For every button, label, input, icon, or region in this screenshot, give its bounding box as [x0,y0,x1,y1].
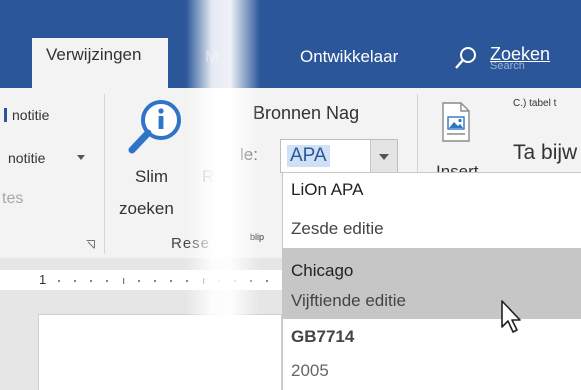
mouse-pointer-icon [501,300,521,333]
ruler-number: 1 [39,272,47,287]
tab-verwijzingen[interactable]: Verwijzingen [32,38,168,90]
bibliography-label[interactable]: blip [250,232,280,248]
smart-lookup-label-1[interactable]: Slim [135,167,168,187]
dropdown-item-chicago[interactable]: Chicago Vijftiende editie [283,248,581,319]
footnote-icon [4,108,7,122]
researcher-label[interactable]: R [202,167,214,187]
dropdown-item-subtitle: Vijftiende editie [291,291,406,310]
search-icon[interactable] [453,45,479,71]
next-footnote-chevron-down-icon[interactable] [77,155,85,160]
dropdown-item-title: Chicago [291,261,354,280]
tab-verwijzingen-label: Verwijzingen [46,45,142,64]
smart-lookup-label-2[interactable]: zoeken [119,199,174,219]
tab-hidden[interactable]: M [205,47,219,67]
style-combobox-value: APA [287,145,330,167]
insert-table-of-figures-label[interactable]: C.) tabel t [513,98,556,109]
group-research-label: Rese [171,235,211,252]
dropdown-item-title: LiOn APA [291,180,364,199]
style-label: le: [240,145,258,164]
dropdown-item-gb7714[interactable]: GB7714 2005 [283,319,581,390]
group-separator [104,94,105,254]
horizontal-ruler[interactable]: 1 [0,270,282,290]
ruler-ticks [57,278,269,284]
chevron-down-icon[interactable] [370,140,397,172]
tab-ontwikkelaar[interactable]: Ontwikkelaar [300,47,398,67]
style-dropdown-list: LiOn APA Zesde editie Chicago Vijftiende… [282,172,581,390]
dropdown-item-apa[interactable]: LiOn APA [283,173,581,215]
style-combobox[interactable]: APA [280,139,398,173]
search-label[interactable]: Zoeken [490,44,550,65]
insert-endnote-label[interactable]: notitie [12,107,49,123]
update-table-label[interactable]: Ta bijw [513,141,577,165]
document-page[interactable] [38,314,282,390]
smart-lookup-icon[interactable] [123,96,185,158]
dropdown-item-apa-subtitle-row[interactable]: Zesde editie [283,215,581,247]
manage-sources-label[interactable]: Bronnen Nag [253,103,359,124]
show-notes-label[interactable]: tes [2,190,23,208]
insert-caption-icon[interactable] [441,102,471,142]
dropdown-item-subtitle: 2005 [291,361,329,380]
dropdown-item-subtitle: Zesde editie [291,219,384,238]
dropdown-item-title: GB7714 [291,327,355,346]
next-footnote-label[interactable]: notitie [8,150,45,166]
dialog-launcher-icon[interactable] [86,236,95,249]
